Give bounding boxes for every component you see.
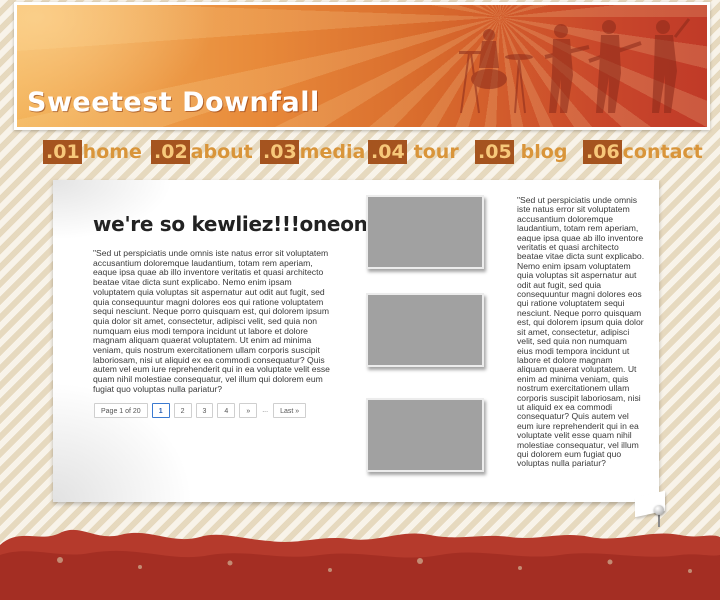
nav-label: home <box>82 141 142 163</box>
media-thumbnail[interactable] <box>366 195 484 269</box>
band-silhouette-icon <box>459 18 691 114</box>
header-banner: Sweetest Downfall <box>14 2 710 130</box>
footer-grunge <box>0 529 720 600</box>
page-2-button[interactable]: 2 <box>173 403 192 418</box>
nav-label: tour <box>413 141 459 163</box>
nav-item-contact[interactable]: .06 contact <box>583 130 703 170</box>
page-1-button[interactable]: 1 <box>151 403 170 418</box>
nav-item-tour[interactable]: .04 tour <box>368 130 459 170</box>
paper-texture <box>53 382 193 502</box>
sidebar-text: "Sed ut perspiciatis unde omnis iste nat… <box>517 195 645 469</box>
nav-label: contact <box>622 141 703 163</box>
site-title[interactable]: Sweetest Downfall <box>27 87 320 118</box>
pagination: Page 1 of 20 1 2 3 4 » ... Last » <box>94 403 307 418</box>
post-title: we're so kewliez!!!oneone <box>93 212 381 236</box>
nav-label: media <box>299 141 366 163</box>
nav-number: .03 <box>260 140 299 164</box>
media-thumbnail[interactable] <box>366 293 484 367</box>
nav-item-home[interactable]: .01 home <box>43 130 142 170</box>
last-page-button[interactable]: Last » <box>273 403 307 418</box>
nav-item-about[interactable]: .02 about <box>151 130 253 170</box>
pushpin-icon <box>654 505 664 515</box>
next-page-button[interactable]: » <box>239 403 258 418</box>
media-thumbnail[interactable] <box>366 398 484 472</box>
page-3-button[interactable]: 3 <box>195 403 214 418</box>
nav-label: blog <box>520 141 568 163</box>
page-4-button[interactable]: 4 <box>217 403 236 418</box>
nav-number: .01 <box>43 140 82 164</box>
nav-label: about <box>190 141 253 163</box>
page-ellipsis: ... <box>262 407 269 414</box>
nav-number: .05 <box>475 140 514 164</box>
nav-number: .04 <box>368 140 407 164</box>
nav-number: .02 <box>151 140 190 164</box>
page-info: Page 1 of 20 <box>94 403 148 418</box>
post-body: "Sed ut perspiciatis unde omnis iste nat… <box>93 248 330 394</box>
nav-item-media[interactable]: .03 media <box>260 130 365 170</box>
nav-item-blog[interactable]: .05 blog <box>475 130 567 170</box>
nav-number: .06 <box>583 140 622 164</box>
main-nav: .01 home .02 about .03 media .04 tour .05 blo… <box>40 130 703 174</box>
